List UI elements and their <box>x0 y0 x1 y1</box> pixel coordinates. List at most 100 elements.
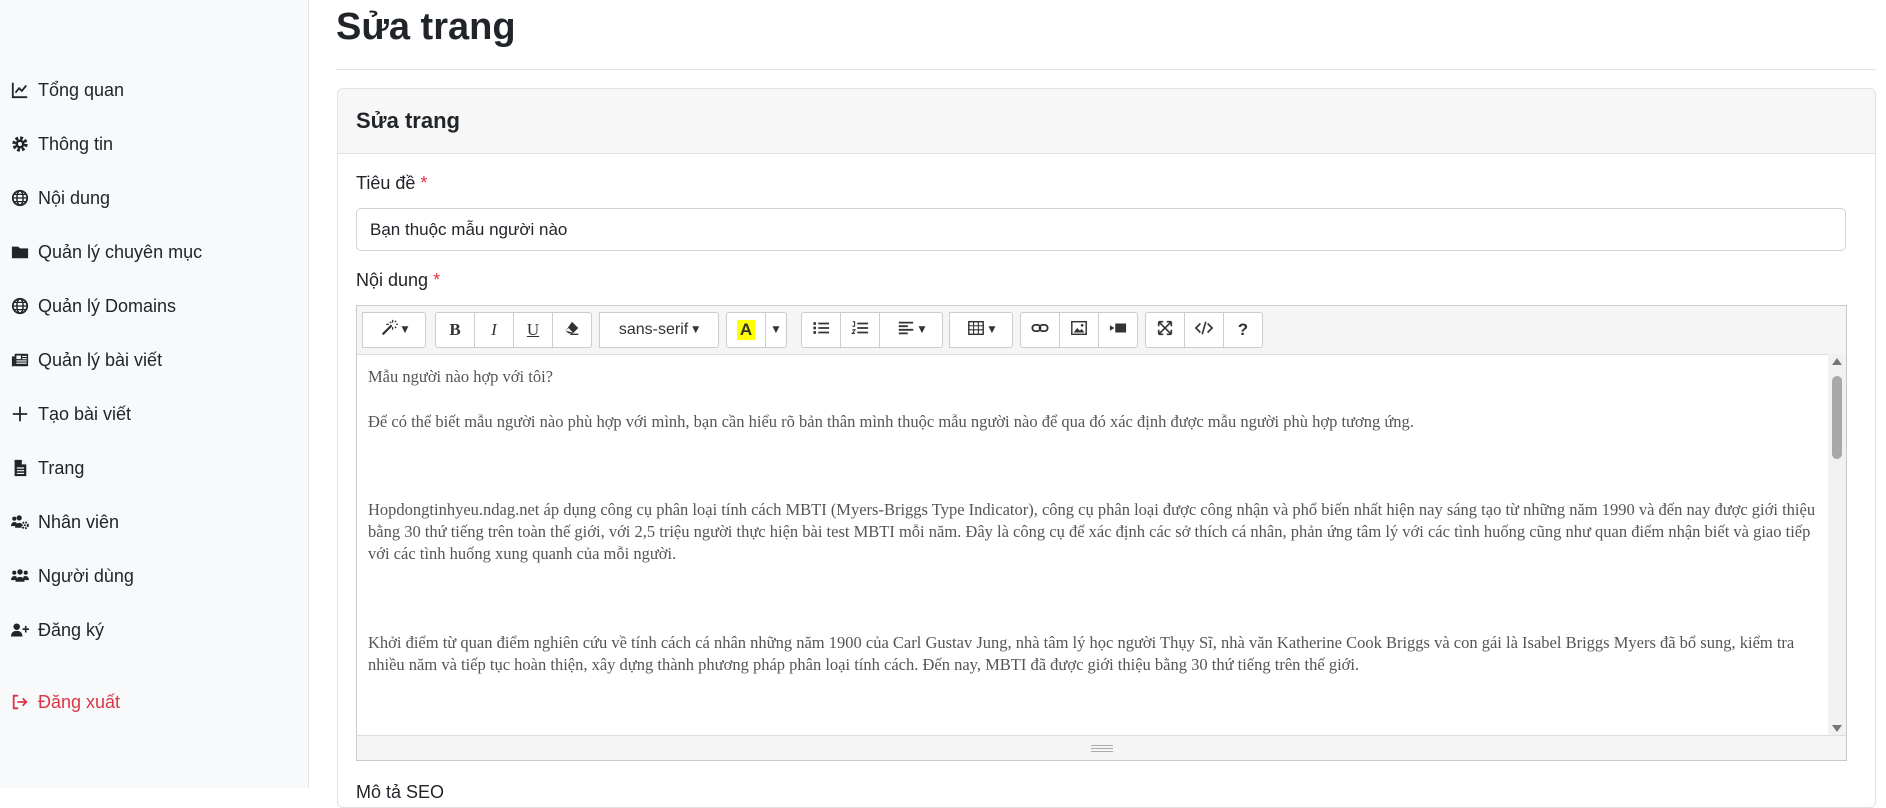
expand-icon <box>1156 319 1174 342</box>
sidebar-item-label: Thông tin <box>38 133 114 154</box>
list-numbered-icon <box>851 319 869 342</box>
title-input[interactable] <box>356 208 1846 251</box>
insert-group <box>1020 312 1138 348</box>
align-left-icon <box>897 319 915 342</box>
rich-text-editor: ▼ B I U sans-serif ▼ A ▼ ▼ ▼ ? Mẫu người… <box>356 305 1847 761</box>
sidebar-item-quan-ly-domains[interactable]: Quản lý Domains <box>10 290 176 322</box>
code-icon <box>1194 319 1214 342</box>
link-icon <box>1031 319 1049 342</box>
editor-content[interactable]: Mẫu người nào hợp với tôi? Để có thể biế… <box>357 354 1846 736</box>
sidebar-item-tong-quan[interactable]: Tổng quan <box>10 74 124 106</box>
bold-button[interactable]: B <box>435 312 475 348</box>
content-paragraph: Hopdongtinhyeu.ndag.net áp dụng công cụ … <box>368 500 1816 563</box>
required-mark: * <box>433 270 441 290</box>
paragraph-align-dropdown[interactable]: ▼ <box>879 312 943 348</box>
font-name-group: sans-serif ▼ <box>599 312 719 348</box>
list-bullet-icon <box>812 319 830 342</box>
italic-icon: I <box>491 320 497 339</box>
sidebar-item-label: Tổng quan <box>38 79 125 100</box>
sidebar-item-thong-tin[interactable]: Thông tin <box>10 128 113 160</box>
underline-button[interactable]: U <box>513 312 553 348</box>
sidebar-item-dang-xuat[interactable]: Đăng xuất <box>10 686 120 718</box>
bold-icon: B <box>449 320 461 339</box>
folder-icon <box>10 242 30 262</box>
table-group: ▼ <box>949 312 1013 348</box>
sidebar-item-quan-ly-chuyen-muc[interactable]: Quản lý chuyên mục <box>10 236 202 268</box>
unordered-list-button[interactable] <box>801 312 841 348</box>
scroll-up-arrow-icon[interactable] <box>1832 358 1842 365</box>
sidebar-item-nhan-vien[interactable]: Nhân viên <box>10 506 119 538</box>
content-paragraph: Để có thể biết mẫu người nào phù hợp với… <box>368 412 1414 431</box>
sidebar: Tổng quan Thông tin Nội dung Quản lý chu… <box>0 0 309 788</box>
clear-format-button[interactable] <box>552 312 592 348</box>
image-icon <box>1070 319 1088 342</box>
main-content: Sửa trang Sửa trang Tiêu đề * Nội dung *… <box>309 0 1886 808</box>
page-title: Sửa trang <box>336 6 516 48</box>
sign-out-icon <box>10 692 30 712</box>
table-icon <box>967 319 985 342</box>
sidebar-item-quan-ly-bai-viet[interactable]: Quản lý bài viết <box>10 344 162 376</box>
content-paragraph: Khởi điểm từ quan điểm nghiên cứu về tín… <box>368 633 1795 674</box>
users-icon <box>10 566 30 586</box>
seo-description-label: Mô tả SEO <box>356 782 445 802</box>
plus-icon <box>10 404 30 424</box>
edit-page-card: Sửa trang Tiêu đề * Nội dung * ▼ B I <box>337 88 1876 808</box>
sidebar-item-label: Quản lý chuyên mục <box>38 241 203 262</box>
editor-scrollbar[interactable] <box>1828 354 1846 736</box>
required-mark: * <box>420 173 428 193</box>
caret-down-icon: ▼ <box>918 325 926 335</box>
sidebar-item-tao-bai-viet[interactable]: Tạo bài viết <box>10 398 131 430</box>
caret-down-icon: ▼ <box>772 325 780 335</box>
sidebar-item-dang-ky[interactable]: Đăng ký <box>10 614 104 646</box>
highlight-color-button[interactable]: A <box>726 312 766 348</box>
sidebar-item-label: Quản lý Domains <box>38 295 177 316</box>
globe-icon <box>10 296 30 316</box>
scrollbar-thumb[interactable] <box>1832 376 1842 459</box>
color-group: A ▼ <box>726 312 787 348</box>
highlight-letter: A <box>736 320 756 340</box>
newspaper-icon <box>10 350 30 370</box>
ordered-list-button[interactable] <box>840 312 880 348</box>
sidebar-item-label: Trang <box>38 457 85 478</box>
code-view-button[interactable] <box>1184 312 1224 348</box>
sidebar-item-label: Đăng xuất <box>38 691 121 712</box>
sidebar-item-label: Đăng ký <box>38 619 105 640</box>
card-header: Sửa trang <box>338 89 1875 154</box>
italic-button[interactable]: I <box>474 312 514 348</box>
sidebar-item-label: Quản lý bài viết <box>38 349 163 370</box>
font-style-group: B I U <box>435 312 592 348</box>
chart-line-icon <box>10 80 30 100</box>
resize-grip-icon[interactable] <box>1091 745 1113 752</box>
view-group: ? <box>1145 312 1263 348</box>
color-dropdown-button[interactable]: ▼ <box>765 312 787 348</box>
sidebar-item-noi-dung[interactable]: Nội dung <box>10 182 110 214</box>
globe-icon <box>10 188 30 208</box>
sidebar-item-nguoi-dung[interactable]: Người dùng <box>10 560 134 592</box>
insert-image-button[interactable] <box>1059 312 1099 348</box>
scroll-down-arrow-icon[interactable] <box>1832 725 1842 732</box>
gear-icon <box>10 134 30 154</box>
title-divider <box>336 69 1876 70</box>
paragraph-group: ▼ <box>801 312 943 348</box>
help-icon: ? <box>1237 320 1249 339</box>
underline-icon: U <box>526 320 540 339</box>
caret-down-icon: ▼ <box>401 325 409 335</box>
style-dropdown-button[interactable]: ▼ <box>362 312 426 348</box>
fullscreen-button[interactable] <box>1145 312 1185 348</box>
caret-down-icon: ▼ <box>692 325 700 335</box>
font-name-dropdown[interactable]: sans-serif ▼ <box>599 312 719 348</box>
title-label: Tiêu đề * <box>356 173 428 193</box>
editor-resize-bar[interactable] <box>357 735 1846 760</box>
editor-toolbar: ▼ B I U sans-serif ▼ A ▼ ▼ ▼ ? <box>357 306 1846 355</box>
sidebar-item-label: Người dùng <box>38 565 134 586</box>
insert-video-button[interactable] <box>1098 312 1138 348</box>
table-dropdown-button[interactable]: ▼ <box>949 312 1013 348</box>
help-button[interactable]: ? <box>1223 312 1263 348</box>
sidebar-item-trang[interactable]: Trang <box>10 452 84 484</box>
eraser-icon <box>563 319 581 342</box>
video-icon <box>1109 319 1127 342</box>
insert-link-button[interactable] <box>1020 312 1060 348</box>
file-icon <box>10 458 30 478</box>
caret-down-icon: ▼ <box>988 325 996 335</box>
sidebar-item-label: Nội dung <box>38 187 111 208</box>
